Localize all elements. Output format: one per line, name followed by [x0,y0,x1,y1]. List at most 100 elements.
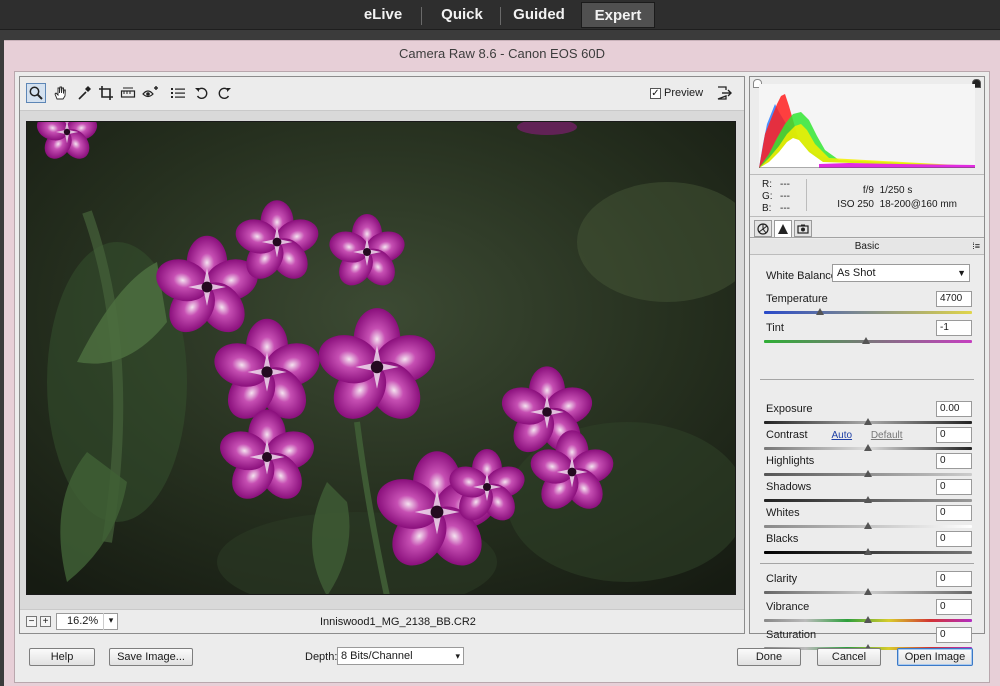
depth-value: 8 Bits/Channel [341,650,413,662]
open-image-button[interactable]: Open Image [897,648,973,666]
white-balance-tool-icon[interactable] [74,83,94,103]
zoom-tool-icon[interactable] [26,83,46,103]
rgb-readout: R: --- G: --- B: --- [762,179,798,215]
clarity-control: Clarity 0 [764,571,972,597]
mode-tab-expert[interactable]: Expert [581,2,655,28]
camera-raw-dialog: Camera Raw 8.6 - Canon EOS 60D ✓ Preview… [4,40,1000,686]
basic-tab-icon[interactable] [754,220,772,237]
contrast-label: Contrast [766,429,808,441]
iso: ISO 250 [837,199,874,210]
clarity-input[interactable]: 0 [936,571,972,587]
temperature-label: Temperature [766,293,828,305]
exposure-label: Exposure [766,403,813,415]
file-name: Inniswood1_MG_2138_BB.CR2 [320,616,476,628]
vibrance-control: Vibrance 0 [764,599,972,625]
whites-label: Whites [766,507,800,519]
vibrance-slider-thumb[interactable] [864,616,872,623]
exposure-slider-thumb[interactable] [864,418,872,425]
tint-control: Tint -1 [764,320,972,346]
highlights-label: Highlights [766,455,815,467]
g-value: --- [780,191,790,202]
save-image-button[interactable]: Save Image... [109,648,193,666]
blacks-control: Blacks 0 [764,531,972,557]
help-button[interactable]: Help [29,648,95,666]
detail-tab-icon[interactable] [774,220,792,237]
rotate-left-icon[interactable] [192,83,212,103]
contrast-control: Contrast 0 [764,427,972,453]
white-balance-select[interactable]: As Shot ▼ [832,264,970,282]
panel-menu-icon[interactable]: ⁞≡ [972,239,980,254]
blacks-slider-thumb[interactable] [864,548,872,555]
exposure-input[interactable]: 0.00 [936,401,972,417]
adjustment-panel: R: --- G: --- B: --- f/9 1/250 s ISO 250 18… [749,76,985,651]
section-header: Basic ⁞≡ [750,239,984,255]
mode-tab-guided[interactable]: Guided [508,2,570,28]
hand-tool-icon[interactable] [50,83,70,103]
info-separator [806,179,807,211]
red-eye-tool-icon[interactable] [140,83,160,103]
highlights-input[interactable]: 0 [936,453,972,469]
saturation-input[interactable]: 0 [936,627,972,643]
clarity-slider-thumb[interactable] [864,588,872,595]
preview-label: Preview [664,87,704,99]
section-title: Basic [854,241,880,252]
contrast-slider-thumb[interactable] [864,444,872,451]
preview-toggle[interactable]: ✓ Preview [650,87,703,99]
pixel-info: R: --- G: --- B: --- f/9 1/250 s ISO 250 18… [750,175,984,217]
zoom-level-value: 16.2% [67,615,99,627]
clarity-label: Clarity [766,573,798,585]
whites-slider-thumb[interactable] [864,522,872,529]
g-label: G: [762,191,773,202]
mode-separator [500,7,501,25]
cancel-button[interactable]: Cancel [817,648,881,666]
depth-label: Depth: [305,651,338,663]
contrast-input[interactable]: 0 [936,427,972,443]
blacks-input[interactable]: 0 [936,531,972,547]
zoom-in-button[interactable]: + [40,616,51,627]
preferences-icon[interactable] [168,83,188,103]
zoom-bar: − + 16.2% ▾ Inniswood1_MG_2138_BB.CR2 [20,609,744,633]
vibrance-input[interactable]: 0 [936,599,972,615]
r-label: R: [762,179,772,190]
mode-tab-elive[interactable]: eLive [352,2,414,28]
exif-readout: f/9 1/250 s ISO 250 18-200@160 mm [826,184,957,212]
crop-tool-icon[interactable] [96,83,116,103]
camera-calibration-tab-icon[interactable] [794,220,812,237]
lens: 18-200@160 mm [879,199,957,210]
flower-photo [27,122,735,594]
r-value: --- [780,179,790,190]
highlights-slider-thumb[interactable] [864,470,872,477]
image-panel: ✓ Preview − + 16.2% ▾ Inniswood1_MG_2138… [19,76,745,634]
white-balance-label: White Balance: [766,270,840,282]
temperature-input[interactable]: 4700 [936,291,972,307]
aperture: f/9 [862,185,874,196]
mode-separator [421,7,422,25]
toggle-fullscreen-icon[interactable] [714,83,734,103]
tint-slider-thumb[interactable] [862,337,870,344]
straighten-tool-icon[interactable] [118,83,138,103]
shadows-slider-thumb[interactable] [864,496,872,503]
depth-select[interactable]: 8 Bits/Channel ▾ [337,647,464,665]
mode-bar: eLive Quick Guided Expert [0,0,1000,30]
b-label: B: [762,203,772,214]
histogram-graph [759,84,975,169]
photo-preview[interactable] [26,121,736,595]
tint-input[interactable]: -1 [936,320,972,336]
toolbar: ✓ Preview [20,77,744,111]
chevron-down-icon: ▼ [957,268,966,278]
temperature-slider[interactable] [764,311,972,314]
preview-checkbox[interactable]: ✓ [650,87,661,99]
dialog-title: Camera Raw 8.6 - Canon EOS 60D [399,46,605,61]
temperature-slider-thumb[interactable] [816,308,824,315]
mode-tab-quick[interactable]: Quick [430,2,494,28]
zoom-out-button[interactable]: − [26,616,37,627]
white-balance-value: As Shot [837,267,876,279]
saturation-label: Saturation [766,629,817,641]
zoom-dropdown-icon[interactable]: ▾ [103,613,118,630]
tint-label: Tint [766,322,784,334]
done-button[interactable]: Done [737,648,801,666]
divider [760,379,974,380]
whites-input[interactable]: 0 [936,505,972,521]
rotate-right-icon[interactable] [214,83,234,103]
shadows-input[interactable]: 0 [936,479,972,495]
